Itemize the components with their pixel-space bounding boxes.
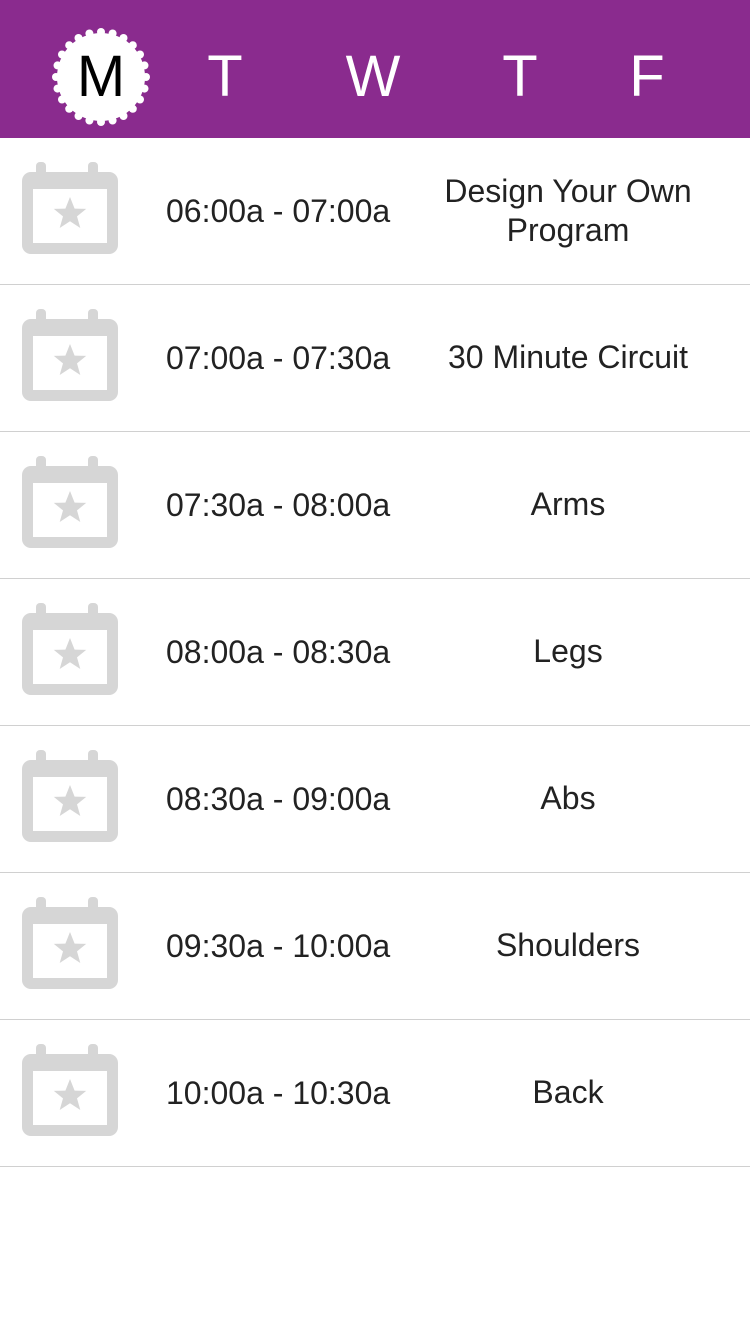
day-tab-tuesday[interactable]: T	[175, 27, 275, 127]
day-tab-wednesday[interactable]: W	[323, 27, 423, 127]
day-letter: T	[502, 44, 538, 109]
schedule-row[interactable]: 09:30a - 10:00a Shoulders	[0, 873, 750, 1020]
time-range: 06:00a - 07:00a	[166, 192, 391, 229]
day-letter: M	[76, 44, 126, 109]
class-schedule-list: 06:00a - 07:00a Design Your Own Program …	[0, 138, 750, 1167]
calendar-star-icon	[22, 162, 118, 254]
program-name: Legs	[533, 633, 603, 670]
program-name: Design Your Own Program	[444, 172, 692, 248]
day-letter: W	[345, 44, 401, 109]
calendar-star-icon	[22, 1044, 118, 1136]
calendar-star-icon	[22, 603, 118, 695]
day-tab-monday[interactable]: M	[51, 27, 151, 127]
program-name: Abs	[540, 780, 596, 817]
day-selector-bar: M T W T F	[0, 0, 750, 138]
schedule-row[interactable]: 08:00a - 08:30a Legs	[0, 579, 750, 726]
day-letter: F	[629, 44, 665, 109]
program-name: Arms	[530, 486, 606, 523]
time-range: 08:30a - 09:00a	[166, 780, 391, 817]
schedule-row[interactable]: 06:00a - 07:00a Design Your Own Program	[0, 138, 750, 285]
time-range: 07:30a - 08:00a	[166, 486, 391, 523]
program-name: Back	[532, 1074, 604, 1111]
program-name: 30 Minute Circuit	[447, 339, 689, 376]
day-tab-friday[interactable]: F	[597, 27, 697, 127]
schedule-row[interactable]: 07:00a - 07:30a 30 Minute Circuit	[0, 285, 750, 432]
calendar-star-icon	[22, 309, 118, 401]
day-tab-thursday[interactable]: T	[470, 27, 570, 127]
calendar-star-icon	[22, 750, 118, 842]
time-range: 08:00a - 08:30a	[166, 633, 391, 670]
schedule-row[interactable]: 07:30a - 08:00a Arms	[0, 432, 750, 579]
schedule-row[interactable]: 08:30a - 09:00a Abs	[0, 726, 750, 873]
day-letter: T	[207, 44, 243, 109]
schedule-row[interactable]: 10:00a - 10:30a Back	[0, 1020, 750, 1167]
time-range: 10:00a - 10:30a	[166, 1074, 391, 1111]
calendar-star-icon	[22, 456, 118, 548]
time-range: 09:30a - 10:00a	[166, 927, 391, 964]
time-range: 07:00a - 07:30a	[166, 339, 391, 376]
program-name: Shoulders	[495, 927, 641, 964]
calendar-star-icon	[22, 897, 118, 989]
